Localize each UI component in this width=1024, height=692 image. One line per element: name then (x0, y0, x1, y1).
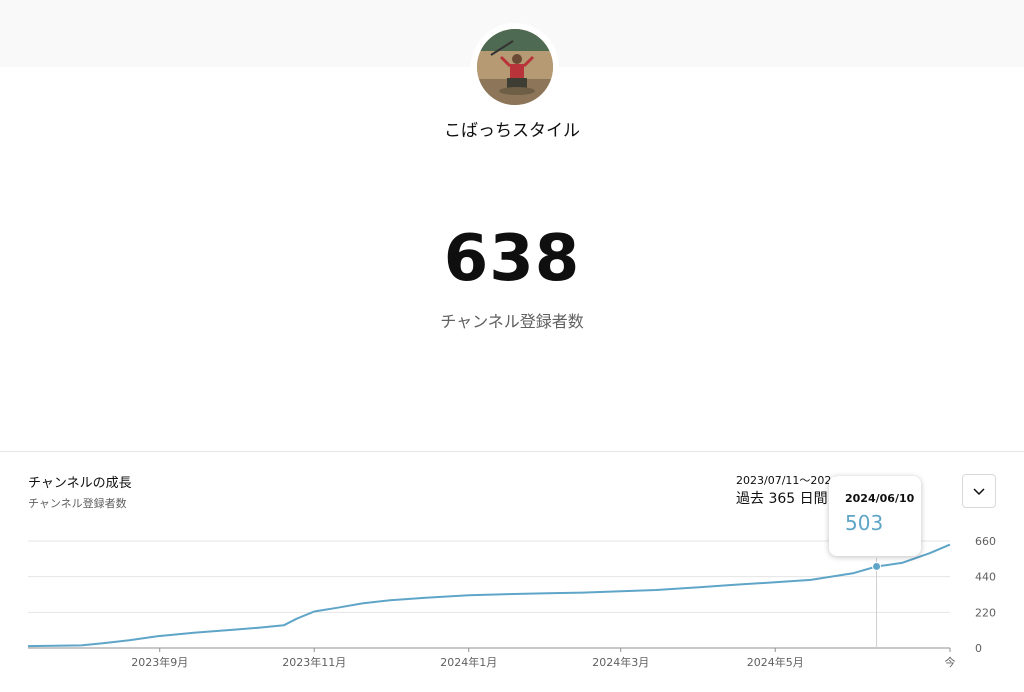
x-tick-label-2: 2024年1月 (440, 655, 497, 669)
data-point-0 (26, 644, 30, 648)
data-point-6 (231, 628, 235, 632)
tooltip-date: 2024/06/10 (845, 492, 915, 505)
x-tick-label-5: 今 (945, 655, 956, 669)
data-point-22 (733, 583, 737, 587)
data-point-29 (948, 543, 952, 547)
card-title: チャンネルの成長 (28, 476, 132, 491)
section-divider (0, 451, 1024, 452)
data-point-9 (294, 617, 298, 621)
data-point-25 (852, 571, 856, 575)
y-tick-label-660: 660 (975, 535, 996, 548)
data-point-21 (697, 585, 701, 589)
data-point-10 (312, 610, 316, 614)
data-point-18 (581, 591, 585, 595)
data-point-2 (102, 641, 106, 645)
series-line-subscribers (27, 543, 951, 648)
data-point-1 (79, 643, 83, 647)
data-point-27 (900, 561, 904, 565)
y-tick-label-220: 220 (975, 606, 996, 619)
data-point-14 (424, 596, 428, 600)
channel-avatar[interactable] (471, 23, 559, 111)
period-dropdown-button[interactable] (962, 474, 996, 508)
y-tick-label-0: 0 (975, 642, 982, 655)
data-point-19 (619, 589, 623, 593)
data-point-15 (467, 593, 471, 597)
data-point-24 (809, 578, 813, 582)
period-label: 過去 365 日間 (736, 491, 828, 507)
data-point-16 (502, 592, 506, 596)
channel-name: こばっちスタイル (444, 121, 580, 141)
x-tick-label-4: 2024年5月 (747, 655, 804, 669)
chevron-down-icon (973, 488, 985, 496)
subscriber-count: 638 (443, 222, 581, 296)
y-tick-label-440: 440 (975, 571, 996, 584)
chart-tooltip: 2024/06/10 503 (829, 476, 921, 556)
data-point-13 (388, 598, 392, 602)
data-point-3 (127, 638, 131, 642)
subscriber-count-label: チャンネル登録者数 (440, 312, 584, 331)
data-point-28 (928, 551, 932, 555)
tooltip-value: 503 (845, 511, 884, 535)
data-point-5 (193, 631, 197, 635)
x-tick-label-0: 2023年9月 (131, 655, 188, 669)
data-point-17 (545, 591, 549, 595)
x-tick-label-1: 2023年11月 (282, 655, 346, 669)
card-subtitle: チャンネル登録者数 (28, 497, 127, 510)
data-point-11 (335, 606, 339, 610)
data-point-8 (282, 623, 286, 627)
data-point-20 (654, 588, 658, 592)
x-tick-label-3: 2024年3月 (592, 655, 649, 669)
data-point-4 (155, 634, 159, 638)
data-point-23 (773, 580, 777, 584)
data-point-12 (360, 601, 364, 605)
highlight-point (872, 561, 882, 571)
avatar-image (477, 29, 553, 105)
data-point-7 (257, 626, 261, 630)
